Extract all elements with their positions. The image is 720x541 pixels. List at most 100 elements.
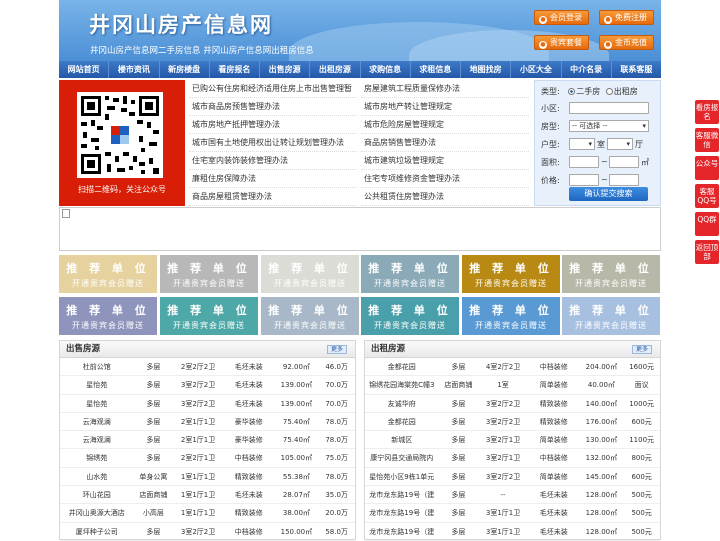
table-cell[interactable]: 杜前公馆 <box>60 358 134 375</box>
news-link[interactable]: 商品房销售管理办法 <box>361 134 529 152</box>
ad-slot[interactable]: 推 荐 单 位开通贵宾会员赠送 <box>160 255 258 293</box>
table-row[interactable]: 星怡苑 多层 3室2厅2卫 毛坯未装 139.00㎡ 70.0万 <box>60 376 355 395</box>
table-cell[interactable]: 金都花园 <box>365 358 439 375</box>
member-login-button[interactable]: ● 会员登录 <box>534 10 589 25</box>
price-max-input[interactable] <box>609 174 639 186</box>
search-submit-button[interactable]: 确认提交搜索 <box>569 187 648 201</box>
bedroom-select[interactable] <box>569 138 595 150</box>
ad-slot[interactable]: 推 荐 单 位开通贵宾会员赠送 <box>462 297 560 335</box>
table-cell[interactable]: 山水苑 <box>60 468 134 485</box>
community-input[interactable] <box>569 102 649 114</box>
news-link[interactable]: 公共租赁住房管理办法 <box>361 188 529 206</box>
table-row[interactable]: 康宁冈县交通局院内 多层 3室2厅1卫 中档装修 132.00㎡ 800元 <box>365 449 660 468</box>
table-cell[interactable]: 云海观澜 <box>60 413 134 430</box>
table-row[interactable]: 新城区 多层 3室2厅1卫 简单装修 130.00㎡ 1100元 <box>365 431 660 450</box>
table-cell[interactable]: 友诚华府 <box>365 395 439 412</box>
nav-new-homes[interactable]: 新房楼盘 <box>160 61 210 78</box>
nav-home[interactable]: 网站首页 <box>59 61 110 78</box>
news-link[interactable]: 商品房屋租赁管理办法 <box>189 188 357 206</box>
ad-slot[interactable]: 推 荐 单 位开通贵宾会员赠送 <box>59 255 157 293</box>
nav-viewing-signup[interactable]: 看房报名 <box>210 61 260 78</box>
banner-ad[interactable] <box>59 207 661 251</box>
nav-contact[interactable]: 联系客服 <box>612 61 661 78</box>
table-cell[interactable]: 云海观澜 <box>60 431 134 448</box>
table-cell[interactable]: 康宁冈县交通局院内 <box>365 449 439 466</box>
table-cell[interactable]: 星怡苑 <box>60 376 134 393</box>
nav-map[interactable]: 地图找房 <box>461 61 512 78</box>
table-cell[interactable]: 环山花园 <box>60 486 134 503</box>
table-cell[interactable]: 锦绣花园海棠苑C幢3 <box>365 376 439 393</box>
livingroom-select[interactable] <box>607 138 633 150</box>
side-service-qq[interactable]: 客服QQ号 <box>695 184 719 208</box>
table-cell[interactable]: 厦坪种子公司 <box>60 523 134 540</box>
table-row[interactable]: 龙市龙东路19号（建 多层 3室1厅1卫 毛坯未装 128.00㎡ 500元 <box>365 504 660 523</box>
table-row[interactable]: 龙市龙东路19号（建 多层 -- 毛坯未装 128.00㎡ 500元 <box>365 486 660 505</box>
table-row[interactable]: 星怡苑 多层 3室2厅2卫 毛坯未装 139.00㎡ 70.0万 <box>60 395 355 413</box>
table-row[interactable]: 金都花园 多层 4室2厅2卫 中档装修 204.00㎡ 1600元 <box>365 358 660 377</box>
table-cell[interactable]: 龙市龙东路19号（建 <box>365 504 439 521</box>
news-link[interactable]: 城市房地产抵押管理办法 <box>189 116 357 134</box>
news-link[interactable]: 城市商品房预售管理办法 <box>189 98 357 116</box>
news-link[interactable]: 住宅专项维修资金管理办法 <box>361 170 529 188</box>
side-qq-group[interactable]: QQ群 <box>695 212 719 236</box>
table-row[interactable]: 友诚华府 多层 3室2厅2卫 精致装修 140.00㎡ 1000元 <box>365 395 660 413</box>
table-row[interactable]: 环山花园 店面商铺 1室1厅1卫 毛坯未装 28.07㎡ 35.0万 <box>60 486 355 505</box>
nav-agencies[interactable]: 中介名录 <box>562 61 612 78</box>
news-link[interactable]: 城市危险房屋管理规定 <box>361 116 529 134</box>
price-min-input[interactable] <box>569 174 599 186</box>
rent-more-button[interactable]: 更多 <box>632 345 652 354</box>
news-link[interactable]: 住宅室内装饰装修管理办法 <box>189 152 357 170</box>
vip-package-button[interactable]: ● 贵宾套餐 <box>534 35 589 50</box>
ad-slot[interactable]: 推 荐 单 位开通贵宾会员赠送 <box>462 255 560 293</box>
table-row[interactable]: 杜前公馆 多层 2室2厅2卫 毛坯未装 92.00㎡ 46.0万 <box>60 358 355 377</box>
ad-slot[interactable]: 推 荐 单 位开通贵宾会员赠送 <box>562 255 660 293</box>
register-button[interactable]: ● 免费注册 <box>599 10 654 25</box>
nav-communities[interactable]: 小区大全 <box>511 61 562 78</box>
news-link[interactable]: 城市建筑垃圾管理规定 <box>361 152 529 170</box>
ad-slot[interactable]: 推 荐 单 位开通贵宾会员赠送 <box>59 297 157 335</box>
side-back-to-top[interactable]: 返回顶部 <box>695 240 719 264</box>
table-row[interactable]: 锦绣苑 多层 2室2厅1卫 中档装修 105.00㎡ 75.0万 <box>60 449 355 468</box>
table-row[interactable]: 厦坪种子公司 多层 3室2厅2卫 中档装修 150.00㎡ 58.0万 <box>60 523 355 541</box>
side-official-account[interactable]: 公众号 <box>695 156 719 180</box>
coin-recharge-button[interactable]: ● 金币充值 <box>599 35 654 50</box>
size-max-input[interactable] <box>609 156 639 168</box>
table-row[interactable]: 云海观澜 多层 2室1厅1卫 豪华装修 75.40㎡ 78.0万 <box>60 413 355 432</box>
news-link[interactable]: 城市国有土地使用权出让转让规划管理办法 <box>189 134 357 152</box>
nav-want-buy[interactable]: 求购信息 <box>361 61 411 78</box>
nav-for-sale[interactable]: 出售房源 <box>260 61 311 78</box>
size-min-input[interactable] <box>569 156 599 168</box>
news-link[interactable]: 已购公有住房和经济适用住房上市出售管理暂 <box>189 80 357 98</box>
table-row[interactable]: 井冈山奥源大酒店 小高层 1室1厅1卫 精致装修 38.00㎡ 20.0万 <box>60 504 355 523</box>
table-row[interactable]: 金都花园 多层 3室2厅2卫 精致装修 176.00㎡ 600元 <box>365 413 660 432</box>
nav-news[interactable]: 楼市资讯 <box>109 61 160 78</box>
table-cell[interactable]: 星怡苑 <box>60 395 134 412</box>
side-viewing-signup[interactable]: 看房报名 <box>695 100 719 124</box>
ad-slot[interactable]: 推 荐 单 位开通贵宾会员赠送 <box>160 297 258 335</box>
ad-slot[interactable]: 推 荐 单 位开通贵宾会员赠送 <box>562 297 660 335</box>
radio-rental[interactable]: 出租房 <box>605 87 638 96</box>
news-link[interactable]: 城市房地产转让管理规定 <box>361 98 529 116</box>
table-row[interactable]: 星怡苑小区9栋1单元 多层 3室2厅2卫 简单装修 145.00㎡ 600元 <box>365 468 660 487</box>
ad-slot[interactable]: 推 荐 单 位开通贵宾会员赠送 <box>261 255 359 293</box>
table-row[interactable]: 云海观澜 多层 2室1厅1卫 豪华装修 75.40㎡ 78.0万 <box>60 431 355 450</box>
table-cell[interactable]: 星怡苑小区9栋1单元 <box>365 468 439 485</box>
table-cell[interactable]: 龙市龙东路19号（建 <box>365 486 439 503</box>
ad-slot[interactable]: 推 荐 单 位开通贵宾会员赠送 <box>361 297 459 335</box>
ad-slot[interactable]: 推 荐 单 位开通贵宾会员赠送 <box>361 255 459 293</box>
table-row[interactable]: 山水苑 单身公寓 1室1厅1卫 精致装修 55.38㎡ 78.0万 <box>60 468 355 487</box>
side-service-wechat[interactable]: 客服微信 <box>695 128 719 152</box>
table-cell[interactable]: 金都花园 <box>365 413 439 430</box>
room-type-select[interactable]: -- 可选择 -- <box>569 120 649 132</box>
table-cell[interactable]: 锦绣苑 <box>60 449 134 466</box>
table-row[interactable]: 锦绣花园海棠苑C幢3 店面商铺 1室 简单装修 40.00㎡ 面议 <box>365 376 660 395</box>
ad-slot[interactable]: 推 荐 单 位开通贵宾会员赠送 <box>261 297 359 335</box>
news-link[interactable]: 廉租住房保障办法 <box>189 170 357 188</box>
news-link[interactable]: 房屋建筑工程质量保修办法 <box>361 80 529 98</box>
site-logo[interactable]: 井冈山房产信息网 <box>89 9 273 39</box>
table-cell[interactable]: 井冈山奥源大酒店 <box>60 504 134 521</box>
nav-want-rent[interactable]: 求租信息 <box>411 61 461 78</box>
table-cell[interactable]: 新城区 <box>365 431 439 448</box>
table-row[interactable]: 龙市龙东路19号（建 多层 3室1厅1卫 毛坯未装 128.00㎡ 500元 <box>365 523 660 541</box>
radio-second-hand[interactable]: 二手房 <box>568 87 600 96</box>
